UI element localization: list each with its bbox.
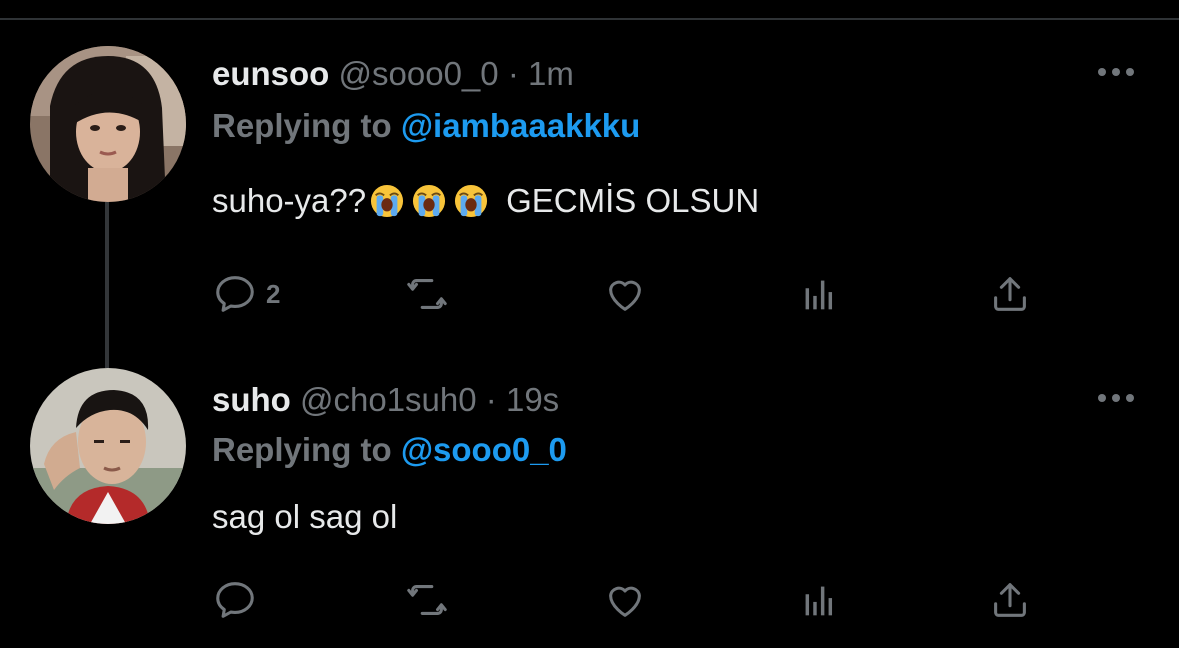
share-button[interactable] [987, 270, 1033, 318]
reply-icon [216, 276, 254, 312]
display-name[interactable]: suho [212, 381, 291, 418]
reply-button[interactable] [212, 576, 266, 624]
retweet-button[interactable] [404, 576, 450, 624]
heart-icon [609, 280, 641, 311]
analytics-icon [805, 280, 833, 310]
replying-to: Replying to @sooo0_0 [212, 430, 567, 470]
views-button[interactable] [796, 576, 842, 624]
tweet-header: suho @cho1suh0 · 19s [212, 380, 559, 420]
thread-connector-line [105, 202, 109, 368]
replying-label: Replying to [212, 107, 392, 144]
tweet-text-start: suho-ya?? [212, 182, 367, 219]
share-icon [994, 277, 1026, 311]
tweet-actions: 2 [212, 270, 1052, 318]
share-icon [994, 583, 1026, 617]
separator-dot: · [485, 381, 497, 418]
top-divider [0, 0, 1179, 20]
loudly-crying-face-icon [413, 184, 446, 218]
user-handle[interactable]: @sooo0_0 [339, 55, 499, 92]
replying-to: Replying to @iambaaakkku [212, 106, 640, 146]
more-horizontal-icon[interactable] [1094, 388, 1138, 408]
reply-to-link[interactable]: @sooo0_0 [401, 431, 567, 468]
more-horizontal-icon[interactable] [1094, 62, 1138, 82]
user-handle[interactable]: @cho1suh0 [300, 381, 477, 418]
retweet-icon [407, 585, 447, 615]
heart-icon [609, 586, 641, 617]
avatar-photo [30, 46, 186, 202]
avatar-eunsoo[interactable] [30, 46, 186, 202]
avatar-photo [30, 368, 186, 524]
like-button[interactable] [602, 270, 648, 318]
share-button[interactable] [987, 576, 1033, 624]
tweet-text: sag ol sag ol [212, 498, 398, 535]
loudly-crying-face-icon [371, 184, 404, 218]
timestamp[interactable]: 1m [528, 55, 574, 92]
tweet-actions [212, 576, 1052, 624]
like-button[interactable] [602, 576, 648, 624]
reply-count: 2 [266, 278, 281, 309]
loudly-crying-face-icon [455, 184, 488, 218]
reply-button[interactable]: 2 [212, 270, 280, 318]
retweet-icon [407, 279, 447, 309]
avatar-suho[interactable] [30, 368, 186, 524]
separator-dot: · [507, 55, 519, 92]
reply-icon [216, 582, 254, 618]
display-name[interactable]: eunsoo [212, 55, 329, 92]
views-button[interactable] [796, 270, 842, 318]
analytics-icon [805, 586, 833, 616]
tweet-text: suho-ya?? GECMİS OLSUN [212, 180, 759, 222]
reply-to-link[interactable]: @iambaaakkku [401, 107, 640, 144]
retweet-button[interactable] [404, 270, 450, 318]
timestamp[interactable]: 19s [506, 381, 559, 418]
tweet-text-end: GECMİS OLSUN [506, 182, 760, 219]
tweet-header: eunsoo @sooo0_0 · 1m [212, 54, 574, 94]
replying-label: Replying to [212, 431, 392, 468]
